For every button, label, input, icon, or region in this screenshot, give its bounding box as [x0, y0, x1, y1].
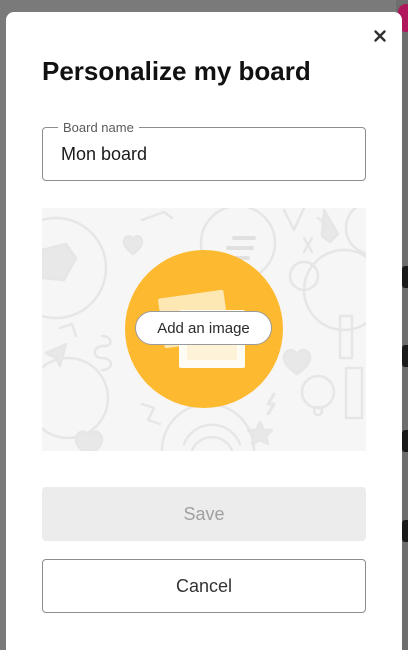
cancel-button[interactable]: Cancel [42, 559, 366, 613]
backdrop-glyph [402, 266, 408, 288]
board-name-field: Board name [42, 120, 366, 181]
modal-title: Personalize my board [42, 56, 311, 86]
save-button[interactable]: Save [42, 487, 366, 541]
board-name-input[interactable] [43, 128, 365, 180]
image-picker[interactable]: Add an image [42, 208, 366, 451]
personalize-board-modal: Personalize my board Board name Mon boar… [6, 12, 402, 650]
add-image-button[interactable]: Add an image [135, 311, 272, 345]
backdrop-glyph [402, 520, 408, 542]
backdrop-glyph [402, 430, 408, 452]
close-icon [374, 30, 386, 42]
backdrop-glyph [402, 345, 408, 367]
close-button[interactable] [368, 24, 392, 48]
